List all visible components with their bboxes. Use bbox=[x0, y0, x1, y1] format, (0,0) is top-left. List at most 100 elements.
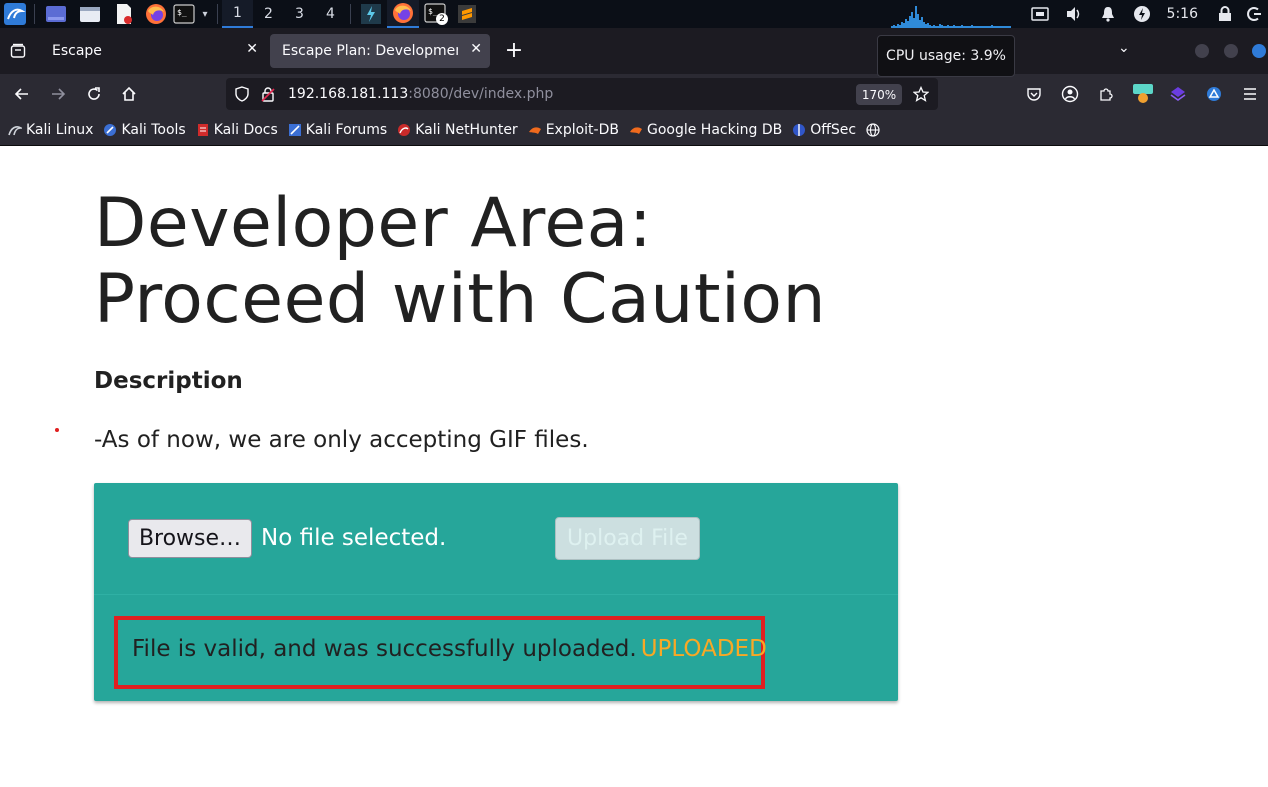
close-tab-icon[interactable]: ✕ bbox=[246, 41, 258, 57]
bookmark-label: Kali NetHunter bbox=[415, 121, 518, 138]
workspace-1[interactable]: 1 bbox=[222, 0, 253, 28]
bookmark-google-hacking-db[interactable]: Google Hacking DB bbox=[629, 122, 782, 138]
bookmark-kali-docs[interactable]: Kali Docs bbox=[196, 122, 278, 138]
close-tab-icon[interactable]: ✕ bbox=[470, 41, 482, 57]
power-manager-icon[interactable] bbox=[1125, 0, 1159, 28]
firefox-view-icon[interactable] bbox=[6, 37, 30, 65]
page-title: Developer Area: Proceed with Caution bbox=[94, 186, 894, 338]
home-button[interactable] bbox=[116, 82, 142, 106]
zoom-level-badge[interactable]: 170% bbox=[856, 84, 902, 105]
bookmark-star-icon[interactable] bbox=[912, 85, 930, 106]
notification-bell-icon[interactable] bbox=[1091, 0, 1125, 28]
terminal-icon[interactable]: $_ bbox=[171, 0, 197, 28]
taskbar-tray: 5:16 bbox=[890, 0, 1268, 28]
clock[interactable]: 5:16 bbox=[1167, 6, 1198, 22]
volume-icon[interactable] bbox=[1057, 0, 1091, 28]
wappalyzer-icon[interactable] bbox=[1165, 82, 1191, 106]
tab-strip: Escape ✕ Escape Plan: Development Ce ✕ +… bbox=[0, 28, 1268, 74]
kali-menu-icon[interactable] bbox=[0, 0, 30, 28]
bookmark-label: Kali Docs bbox=[213, 121, 278, 138]
upload-file-button[interactable]: Upload File bbox=[555, 517, 700, 560]
bookmark-label: Exploit-DB bbox=[545, 121, 619, 138]
bookmark-kali-nethunter[interactable]: Kali NetHunter bbox=[397, 121, 518, 138]
logout-icon[interactable] bbox=[1240, 0, 1268, 28]
text-editor-icon[interactable] bbox=[107, 0, 141, 28]
workspace-4[interactable]: 4 bbox=[315, 0, 346, 28]
extensions-icon[interactable] bbox=[1093, 82, 1119, 106]
bookmark-offsec[interactable]: OffSec bbox=[792, 122, 856, 138]
tab-escape-plan[interactable]: Escape Plan: Development Ce ✕ bbox=[270, 34, 490, 68]
burp-extension-icon[interactable] bbox=[1130, 82, 1156, 106]
navigation-toolbar: 192.168.181.113:8080/dev/index.php 170% bbox=[0, 74, 1268, 114]
upload-card: Browse… No file selected. Upload File Fi… bbox=[94, 483, 898, 701]
back-button[interactable] bbox=[9, 82, 35, 106]
bookmarks-toolbar: Kali Linux Kali Tools Kali Docs Kali For… bbox=[0, 114, 1268, 146]
powershell-app-icon[interactable] bbox=[355, 0, 387, 28]
reload-button[interactable] bbox=[81, 82, 107, 106]
upload-status-message: File is valid, and was successfully uplo… bbox=[132, 636, 767, 662]
bookmark-label: Kali Tools bbox=[121, 121, 186, 138]
ghdb-icon bbox=[629, 123, 643, 137]
svg-text:$_: $_ bbox=[177, 8, 187, 17]
offsec-icon bbox=[792, 123, 806, 137]
tab-title: Escape bbox=[52, 43, 102, 59]
forward-button[interactable] bbox=[45, 82, 71, 106]
bookmark-label: Kali Linux bbox=[26, 121, 94, 138]
minimize-window-button[interactable] bbox=[1195, 44, 1209, 58]
nethunter-icon bbox=[397, 123, 411, 137]
account-icon[interactable] bbox=[1057, 82, 1083, 106]
bookmark-exploit-db[interactable]: Exploit-DB bbox=[528, 122, 619, 138]
sublime-app-icon[interactable] bbox=[451, 0, 483, 28]
bookmark-label: OffSec bbox=[810, 121, 857, 138]
description-text: -As of now, we are only accepting GIF fi… bbox=[94, 427, 589, 453]
menu-icon[interactable] bbox=[1237, 82, 1263, 106]
bookmark-kali-forums[interactable]: Kali Forums bbox=[288, 122, 387, 138]
new-tab-button[interactable]: + bbox=[502, 38, 526, 64]
insecure-lock-icon[interactable] bbox=[260, 86, 276, 106]
shield-icon[interactable] bbox=[234, 86, 250, 106]
cpu-graph[interactable] bbox=[890, 0, 1019, 28]
pocket-icon[interactable] bbox=[1021, 82, 1047, 106]
upload-form: Browse… No file selected. Upload File bbox=[94, 483, 898, 595]
workspace-2[interactable]: 2 bbox=[253, 0, 284, 28]
url-text[interactable]: 192.168.181.113:8080/dev/index.php bbox=[288, 86, 553, 102]
exploit-db-icon bbox=[528, 123, 542, 137]
network-icon[interactable] bbox=[1023, 0, 1057, 28]
maximize-window-button[interactable] bbox=[1224, 44, 1238, 58]
globe-icon bbox=[866, 122, 880, 137]
url-host: 192.168.181.113 bbox=[288, 86, 409, 102]
bookmark-kali-tools[interactable]: Kali Tools bbox=[103, 121, 186, 138]
firefox-app-icon[interactable] bbox=[387, 0, 419, 28]
bookmark-label: Kali Forums bbox=[305, 121, 388, 138]
proxy-extension-icon[interactable] bbox=[1201, 82, 1227, 106]
file-manager-icon[interactable] bbox=[73, 0, 107, 28]
tab-title: Escape Plan: Development Ce bbox=[282, 43, 458, 59]
terminal-count-badge: 2 bbox=[436, 13, 448, 25]
taskbar-separator bbox=[350, 4, 351, 24]
kali-dragon-icon bbox=[8, 123, 24, 137]
desktop-icon[interactable] bbox=[39, 0, 73, 28]
cpu-usage-tooltip: CPU usage: 3.9% bbox=[877, 35, 1015, 77]
close-window-button[interactable] bbox=[1252, 44, 1266, 58]
terminal-app-icon[interactable]: $_ 2 bbox=[419, 0, 451, 28]
upload-status-flag: UPLOADED bbox=[640, 636, 767, 662]
list-all-tabs-icon[interactable]: ⌄ bbox=[1118, 40, 1130, 56]
kali-tools-icon bbox=[103, 123, 117, 137]
file-status-text: No file selected. bbox=[261, 525, 447, 551]
page-title-line-2: Proceed with Caution bbox=[94, 260, 827, 339]
bookmark-globe[interactable] bbox=[866, 122, 884, 137]
taskbar-separator bbox=[34, 4, 35, 24]
browse-button[interactable]: Browse… bbox=[128, 519, 252, 558]
bullet-dot bbox=[55, 428, 59, 432]
firefox-icon[interactable] bbox=[141, 0, 171, 28]
kali-docs-icon bbox=[196, 123, 210, 137]
lock-icon[interactable] bbox=[1210, 0, 1240, 28]
workspace-3[interactable]: 3 bbox=[284, 0, 315, 28]
tab-escape[interactable]: Escape ✕ bbox=[40, 34, 266, 68]
bookmark-label: Google Hacking DB bbox=[646, 121, 783, 138]
url-bar[interactable]: 192.168.181.113:8080/dev/index.php 170% bbox=[226, 78, 938, 110]
chevron-down-icon[interactable]: ▾ bbox=[197, 0, 213, 28]
bookmark-kali-linux[interactable]: Kali Linux bbox=[8, 122, 93, 138]
taskbar-separator bbox=[217, 4, 218, 24]
kali-forums-icon bbox=[288, 123, 302, 137]
